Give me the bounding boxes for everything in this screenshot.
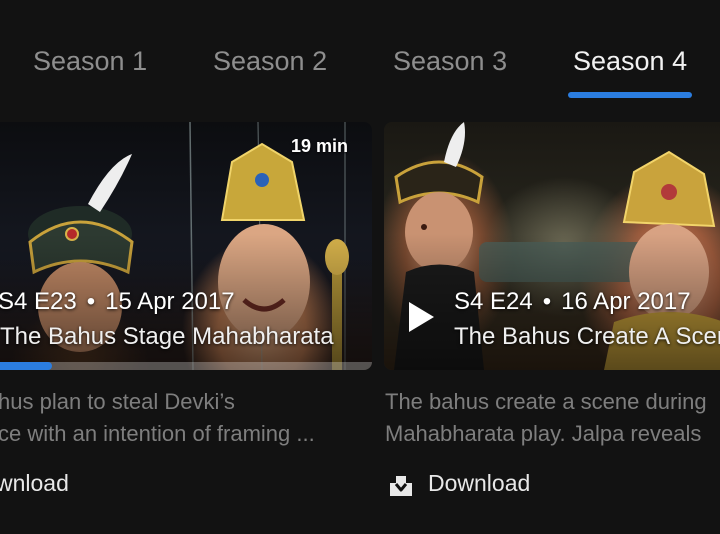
- description-line: hus plan to steal Devki’s: [0, 389, 235, 414]
- watch-progress-bar: [0, 362, 372, 370]
- tab-season-1[interactable]: Season 1: [33, 46, 147, 77]
- episode-date: 16 Apr 2017: [561, 288, 691, 315]
- description-line: ce with an intention of framing ...: [0, 421, 315, 446]
- download-icon[interactable]: [388, 474, 414, 498]
- meta-separator: •: [542, 288, 552, 315]
- tab-season-2[interactable]: Season 2: [213, 46, 327, 77]
- episode-code: S4 E24: [454, 288, 533, 315]
- episode-description: The bahus create a scene during Mahabhar…: [385, 386, 707, 450]
- episode-card-s4e24[interactable]: S4 E24 • 16 Apr 2017 The Bahus Create A Sc…: [384, 122, 720, 370]
- description-line: Mahabharata play. Jalpa reveals: [385, 421, 702, 446]
- watch-progress-fill: [0, 362, 53, 370]
- episode-duration: 19 min: [290, 136, 348, 156]
- season-tabs: Season 1 Season 2 Season 3 Season 4: [0, 0, 720, 110]
- episode-card-s4e23[interactable]: 19 min S4 E23 • 15 Apr 2017 The Bahus Stag…: [0, 122, 372, 370]
- episode-meta: S4 E24 • 16 Apr 2017: [454, 288, 691, 316]
- download-button[interactable]: wnload: [0, 470, 69, 497]
- download-button[interactable]: Download: [428, 470, 530, 497]
- episode-title: The Bahus Create A Scen: [454, 323, 720, 350]
- active-tab-indicator: [568, 92, 692, 98]
- episode-description: hus plan to steal Devki’s ce with an int…: [0, 386, 315, 450]
- episode-code: S4 E23: [0, 288, 77, 315]
- episode-title: The Bahus Stage Mahabharata: [0, 323, 334, 350]
- description-line: The bahus create a scene during: [385, 389, 707, 414]
- episode-date: 15 Apr 2017: [105, 288, 235, 315]
- episode-meta: S4 E23 • 15 Apr 2017: [0, 288, 235, 316]
- meta-separator: •: [86, 288, 96, 315]
- tab-season-3[interactable]: Season 3: [393, 46, 507, 77]
- play-icon[interactable]: [406, 300, 436, 334]
- tab-season-4[interactable]: Season 4: [573, 46, 687, 77]
